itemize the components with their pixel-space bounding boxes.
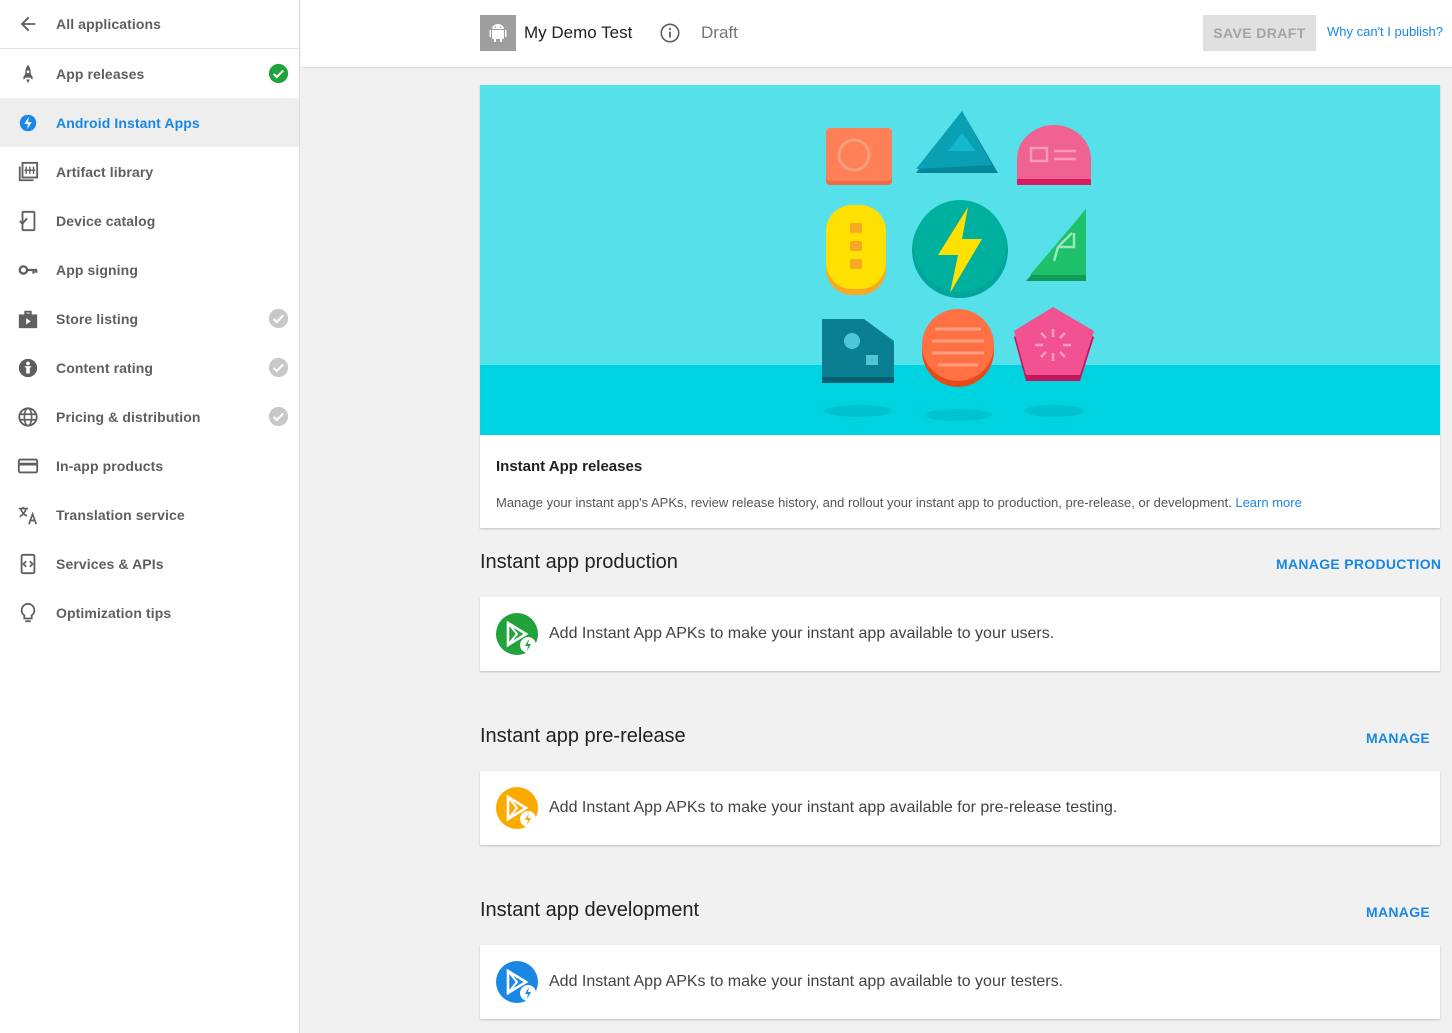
globe-icon <box>0 406 56 428</box>
complete-check-icon <box>268 63 289 84</box>
sidebar-item-label: Device catalog <box>56 212 156 229</box>
sidebar-item-label: Services & APIs <box>56 555 164 572</box>
android-app-icon <box>480 15 516 51</box>
sidebar-item-label: Translation service <box>56 506 185 523</box>
rating-icon <box>0 357 56 379</box>
production-section-title: Instant app production <box>480 551 678 573</box>
key-icon <box>0 259 56 281</box>
lightbulb-icon <box>0 602 56 624</box>
production-message: Add Instant App APKs to make your instan… <box>549 625 1055 642</box>
translate-icon <box>0 504 56 526</box>
sidebar-item-label: App signing <box>56 261 138 278</box>
manage-production-button[interactable]: MANAGE PRODUCTION <box>1276 556 1441 572</box>
sidebar-item-label: Optimization tips <box>56 604 172 621</box>
sidebar-item-android-instant-apps[interactable]: Android Instant Apps <box>0 98 299 147</box>
sidebar-item-app-releases[interactable]: App releases <box>0 49 299 98</box>
library-icon <box>0 161 56 183</box>
instant-apps-illustration <box>480 85 1440 435</box>
sidebar-item-services-apis[interactable]: Services & APIs <box>0 539 299 588</box>
manage-development-button[interactable]: MANAGE <box>1366 904 1430 920</box>
back-label: All applications <box>56 16 162 32</box>
instant-app-play-icon <box>496 787 538 829</box>
sidebar-item-label: App releases <box>56 65 145 82</box>
pre-release-message: Add Instant App APKs to make your instan… <box>549 799 1118 816</box>
development-section-title: Instant app development <box>480 899 700 921</box>
why-cant-publish-link[interactable]: Why can't I publish? <box>1327 24 1443 39</box>
sidebar-item-pricing-distribution[interactable]: Pricing & distribution <box>0 392 299 441</box>
pending-check-icon <box>268 308 289 329</box>
top-bar: My Demo Test Draft SAVE DRAFT Why can't … <box>301 0 1452 68</box>
sidebar: All applications App releases Android In… <box>0 0 300 1033</box>
instant-app-play-icon <box>496 613 538 655</box>
development-message: Add Instant App APKs to make your instan… <box>549 973 1064 990</box>
app-status: Draft <box>701 23 738 42</box>
card-icon <box>0 455 56 477</box>
rocket-icon <box>0 63 56 85</box>
sidebar-item-app-signing[interactable]: App signing <box>0 245 299 294</box>
save-draft-button[interactable]: SAVE DRAFT <box>1203 15 1316 51</box>
learn-more-link[interactable]: Learn more <box>1235 495 1301 510</box>
sidebar-item-label: Pricing & distribution <box>56 408 201 425</box>
api-icon <box>0 553 56 575</box>
card-description: Manage your instant app's APKs, review r… <box>496 495 1302 510</box>
sidebar-item-label: Artifact library <box>56 163 154 180</box>
pending-check-icon <box>268 406 289 427</box>
card-description-text: Manage your instant app's APKs, review r… <box>496 495 1232 510</box>
sidebar-item-optimization-tips[interactable]: Optimization tips <box>0 588 299 637</box>
back-to-all-applications[interactable]: All applications <box>0 0 299 49</box>
sidebar-item-content-rating[interactable]: Content rating <box>0 343 299 392</box>
pre-release-section-title: Instant app pre-release <box>480 725 686 747</box>
sidebar-item-label: In-app products <box>56 457 164 474</box>
development-track-card: Add Instant App APKs to make your instan… <box>480 945 1440 1019</box>
sidebar-item-label: Store listing <box>56 310 139 327</box>
arrow-back-icon <box>0 13 56 35</box>
app-name: My Demo Test <box>524 23 633 42</box>
sidebar-item-store-listing[interactable]: Store listing <box>0 294 299 343</box>
production-track-card: Add Instant App APKs to make your instan… <box>480 597 1440 671</box>
sidebar-item-label: Content rating <box>56 359 154 376</box>
sidebar-item-device-catalog[interactable]: Device catalog <box>0 196 299 245</box>
instant-app-play-icon <box>496 961 538 1003</box>
device-icon <box>0 210 56 232</box>
card-title: Instant App releases <box>496 458 643 475</box>
sidebar-item-in-app-products[interactable]: In-app products <box>0 441 299 490</box>
manage-pre-release-button[interactable]: MANAGE <box>1366 730 1430 746</box>
pre-release-track-card: Add Instant App APKs to make your instan… <box>480 771 1440 845</box>
instant-bolt-icon <box>0 112 56 134</box>
instant-app-releases-card: Instant App releases Manage your instant… <box>480 85 1440 528</box>
pending-check-icon <box>268 357 289 378</box>
sidebar-item-label: Android Instant Apps <box>56 114 200 131</box>
store-icon <box>0 308 56 330</box>
sidebar-item-translation-service[interactable]: Translation service <box>0 490 299 539</box>
sidebar-item-artifact-library[interactable]: Artifact library <box>0 147 299 196</box>
info-icon[interactable] <box>659 22 681 44</box>
